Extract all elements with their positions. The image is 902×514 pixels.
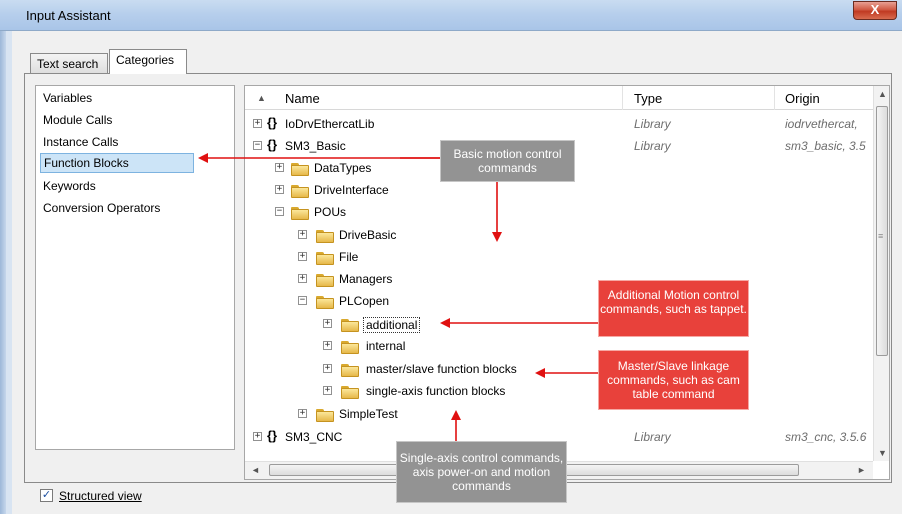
tree-item-origin: iodrvethercat, [785,117,858,131]
collapse-icon[interactable]: − [253,141,262,150]
tree-item-label: DataTypes [314,161,372,175]
expand-icon[interactable]: + [323,341,332,350]
folder-icon [341,319,359,332]
tree-item-label: additional [363,317,421,333]
category-list: Variables Module Calls Instance Calls Fu… [35,85,235,450]
tree-item-label: SimpleTest [339,407,398,421]
expand-icon[interactable]: + [298,409,307,418]
folder-icon [291,185,309,198]
column-header-origin[interactable]: Origin [785,91,820,106]
collapse-icon[interactable]: − [275,207,284,216]
tree-item-label: IoDrvEthercatLib [285,117,375,131]
tree-item-type: Library [634,139,671,153]
callout-single-axis: Single-axis control commands, axis power… [396,441,567,503]
category-item-variables[interactable]: Variables [40,89,230,109]
structured-view-label[interactable]: Structured view [59,489,142,503]
column-separator[interactable] [622,86,623,110]
tree-item-label: POUs [314,205,347,219]
callout-additional-motion: Additional Motion control commands, such… [598,280,749,337]
folder-icon [316,230,334,243]
expand-icon[interactable]: + [323,386,332,395]
category-item-keywords[interactable]: Keywords [40,177,230,197]
tab-text-search[interactable]: Text search [30,53,108,75]
tree-row[interactable]: + SimpleTest [245,405,873,427]
expand-icon[interactable]: + [323,364,332,373]
category-item-conversion-operators[interactable]: Conversion Operators [40,199,230,219]
folder-icon [341,341,359,354]
folder-icon [291,163,309,176]
vertical-scrollbar[interactable]: ▲ ≡ ▼ [873,86,889,461]
folder-icon [291,207,309,220]
folder-icon [316,252,334,265]
tree-row[interactable]: − PLCopen [245,292,873,314]
tree-row[interactable]: + DriveBasic [245,226,873,248]
tree-item-label: File [339,250,359,264]
column-header-type[interactable]: Type [634,91,662,106]
library-braces-icon: {} [267,115,278,130]
expand-icon[interactable]: + [275,163,284,172]
tree-row[interactable]: + single-axis function blocks [245,382,873,404]
window-title: Input Assistant [26,8,111,23]
tree-item-type: Library [634,430,671,444]
tree-row[interactable]: + master/slave function blocks [245,360,873,382]
expand-icon[interactable]: + [253,119,262,128]
expand-icon[interactable]: + [253,432,262,441]
tree-row[interactable]: + additional [245,315,873,337]
collapse-icon[interactable]: − [298,296,307,305]
sort-up-icon[interactable]: ▲ [257,93,266,103]
expand-icon[interactable]: + [298,230,307,239]
tree-item-label: DriveBasic [339,228,397,242]
folder-icon [316,274,334,287]
structured-view-checkbox[interactable]: ✓ [40,489,53,502]
scroll-down-icon[interactable]: ▼ [878,448,887,458]
expand-icon[interactable]: + [298,274,307,283]
tree-row[interactable]: + internal [245,337,873,359]
tab-categories[interactable]: Categories [109,49,187,74]
folder-icon [341,364,359,377]
callout-basic-motion: Basic motion control commands [440,140,575,182]
tree-row[interactable]: − POUs [245,203,873,225]
window-left-edge [0,31,6,514]
tree-row[interactable]: + File [245,248,873,270]
tree-item-type: Library [634,117,671,131]
tree-item-label: Managers [339,272,393,286]
folder-icon [316,409,334,422]
scroll-left-icon[interactable]: ◄ [251,465,260,475]
expand-icon[interactable]: + [275,185,284,194]
expand-icon[interactable]: + [298,252,307,261]
column-separator[interactable] [774,86,775,110]
tree-item-label: internal [366,339,406,353]
callout-master-slave: Master/Slave linkage commands, such as c… [598,350,749,410]
tree-item-label: master/slave function blocks [366,362,517,376]
category-item-function-blocks[interactable]: Function Blocks [40,153,194,173]
tree-item-label: DriveInterface [314,183,389,197]
scroll-right-icon[interactable]: ► [857,465,866,475]
close-button[interactable]: X [853,1,897,20]
library-braces-icon: {} [267,137,278,152]
scroll-up-icon[interactable]: ▲ [878,89,887,99]
tree-item-label: SM3_CNC [285,430,343,444]
title-bar: Input Assistant X [0,0,902,31]
column-header-name[interactable]: Name [285,91,320,106]
folder-icon [316,296,334,309]
tree-row[interactable]: + DriveInterface [245,181,873,203]
tree-header: ▲ Name Type Origin [245,86,873,110]
tree-item-label: PLCopen [339,294,390,308]
grip-icon: ≡ [878,231,884,241]
tree-item-origin: sm3_basic, 3.5 [785,139,866,153]
tree-row[interactable]: + Managers [245,270,873,292]
category-item-module-calls[interactable]: Module Calls [40,111,230,131]
tree-item-label: single-axis function blocks [366,384,506,398]
tree-row[interactable]: + {} IoDrvEthercatLib Library iodrvether… [245,115,873,137]
expand-icon[interactable]: + [323,319,332,328]
tree-item-label: SM3_Basic [285,139,346,153]
category-item-instance-calls[interactable]: Instance Calls [40,133,230,153]
tree-item-origin: sm3_cnc, 3.5.6 [785,430,867,444]
folder-icon [341,386,359,399]
library-braces-icon: {} [267,428,278,443]
